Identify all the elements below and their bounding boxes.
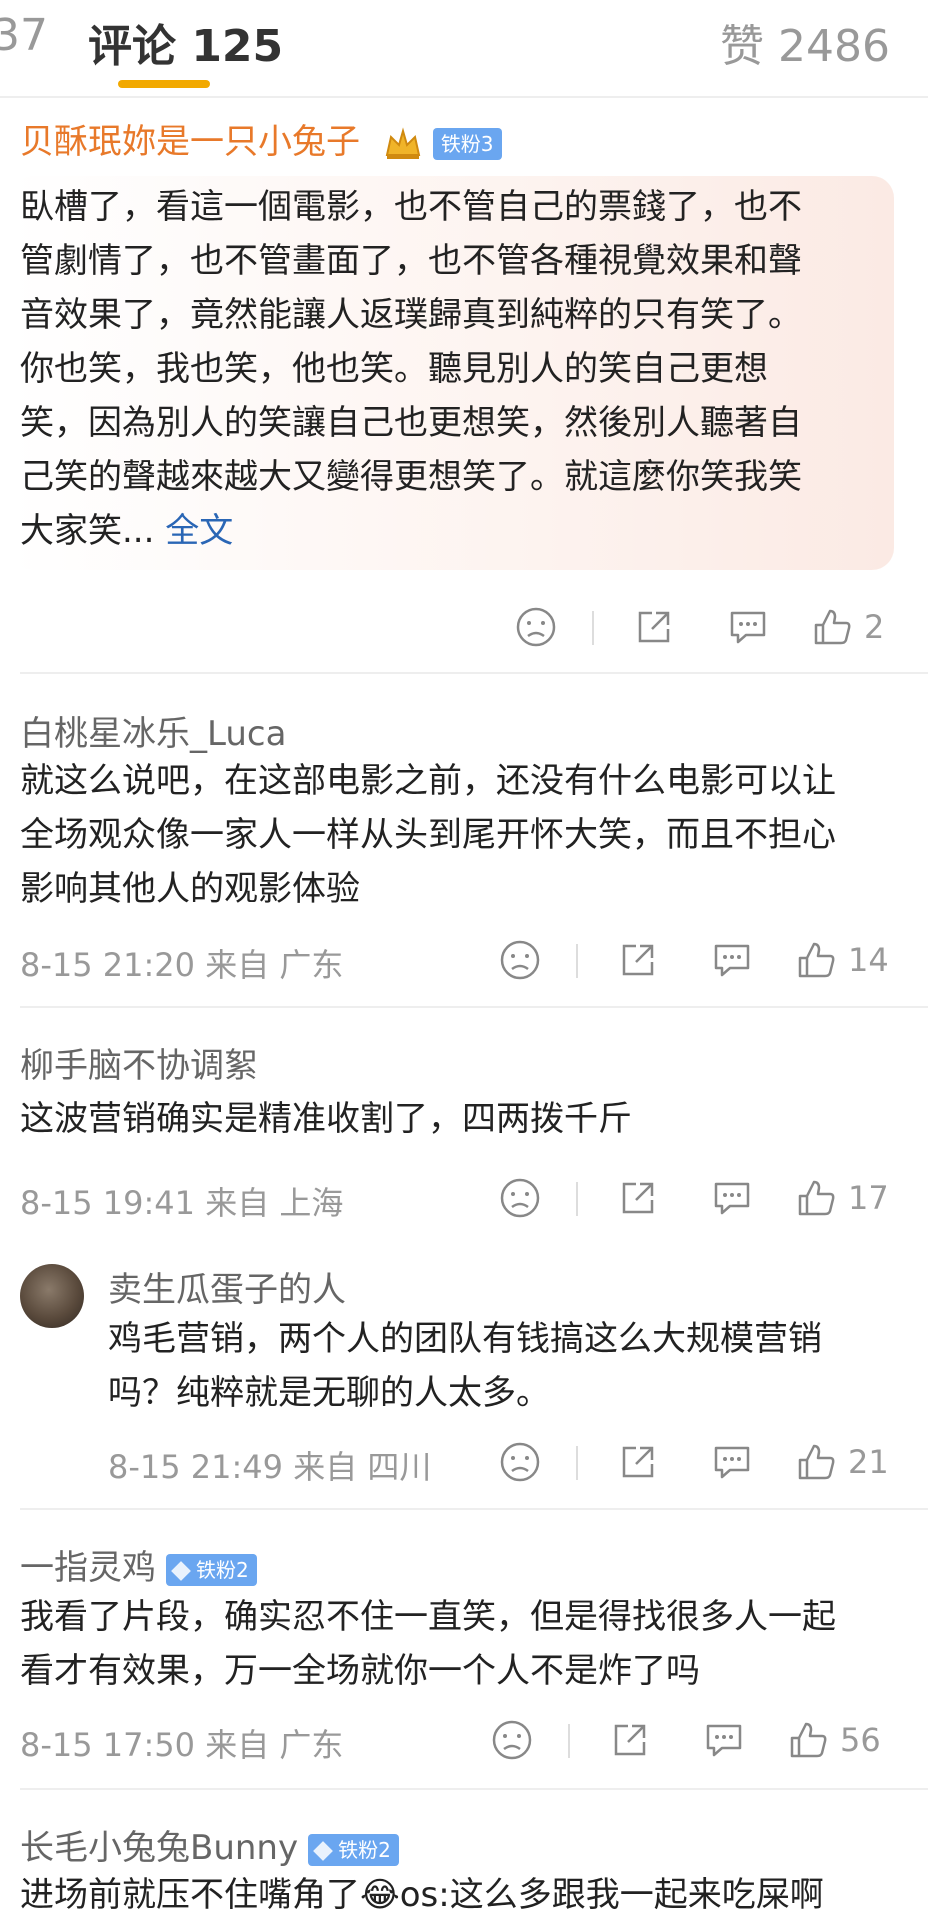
fan-badge[interactable]: 铁粉2 bbox=[166, 1553, 257, 1586]
comment-author-name[interactable]: 卖生瓜蛋子的人 bbox=[108, 1262, 346, 1311]
comment-author-name[interactable]: 贝酥珉妳是一只小兔子 bbox=[20, 122, 360, 162]
like-count: 14 bbox=[848, 941, 889, 979]
fan-badge[interactable]: 铁粉2 bbox=[308, 1833, 399, 1866]
comment-text[interactable]: 这波营销确实是精准收割了，四两拨千斤 bbox=[20, 1092, 632, 1146]
comment-actions: 56 bbox=[490, 1718, 894, 1764]
tab-likes[interactable]: 赞 2486 bbox=[720, 10, 890, 74]
reply-icon[interactable] bbox=[702, 1718, 746, 1762]
like-count: 17 bbox=[848, 1179, 889, 1217]
comment-text[interactable]: 进场前就压不住嘴角了😂os:这么多跟我一起来吃屎啊 bbox=[20, 1868, 824, 1922]
tab-comments[interactable]: 评论 125 bbox=[88, 10, 283, 74]
comment-actions: 2 bbox=[514, 605, 894, 651]
share-icon[interactable] bbox=[616, 1176, 660, 1220]
like-icon[interactable] bbox=[794, 938, 838, 982]
like-icon[interactable] bbox=[810, 605, 854, 649]
comment-tab-bar: 37 评论 125 赞 2486 bbox=[0, 0, 928, 98]
comment-author[interactable]: 一指灵鸡 铁粉2 bbox=[20, 1540, 257, 1589]
dislike-icon[interactable] bbox=[498, 1440, 542, 1484]
comment-actions: 14 bbox=[498, 938, 894, 984]
dislike-icon[interactable] bbox=[498, 1176, 542, 1220]
comment-author-name[interactable]: 长毛小兔兔Bunny bbox=[20, 1828, 298, 1868]
comment-author-name[interactable]: 柳手脑不协调絮 bbox=[20, 1038, 258, 1087]
dislike-icon[interactable] bbox=[490, 1718, 534, 1762]
reply-icon[interactable] bbox=[710, 1176, 754, 1220]
like-icon[interactable] bbox=[786, 1718, 830, 1762]
expand-full-text-link[interactable]: 全文 bbox=[165, 511, 233, 551]
fan-badge[interactable]: 铁粉3 bbox=[432, 127, 502, 160]
share-icon[interactable] bbox=[616, 938, 660, 982]
dislike-icon[interactable] bbox=[498, 938, 542, 982]
comment-text[interactable]: 臥槽了，看這一個電影，也不管自己的票錢了，也不 管劇情了，也不管畫面了，也不管各… bbox=[20, 180, 802, 558]
like-icon[interactable] bbox=[794, 1440, 838, 1484]
dislike-icon[interactable] bbox=[514, 605, 558, 649]
comment-text[interactable]: 就这么说吧，在这部电影之前，还没有什么电影可以让 全场观众像一家人一样从头到尾开… bbox=[20, 754, 836, 916]
reply-icon[interactable] bbox=[726, 605, 770, 649]
comment-timestamp-location: 8-15 17:50 来自 广东 bbox=[20, 1726, 344, 1764]
reply-icon[interactable] bbox=[710, 938, 754, 982]
comment-author[interactable]: 长毛小兔兔Bunny 铁粉2 bbox=[20, 1820, 399, 1869]
reply-icon[interactable] bbox=[710, 1440, 754, 1484]
like-count: 2 bbox=[864, 608, 885, 646]
share-icon[interactable] bbox=[608, 1718, 652, 1762]
comment-timestamp-location: 8-15 19:41 来自 上海 bbox=[20, 1184, 344, 1222]
like-count: 56 bbox=[840, 1721, 881, 1759]
avatar[interactable] bbox=[20, 1264, 84, 1328]
comment-timestamp-location: 8-15 21:49 来自 四川 bbox=[108, 1448, 432, 1486]
tab-reposts[interactable]: 37 bbox=[0, 10, 48, 61]
tab-active-indicator bbox=[118, 80, 210, 88]
diamond-icon bbox=[171, 1561, 191, 1581]
comment-text[interactable]: 我看了片段，确实忍不住一直笑，但是得找很多人一起 看才有效果，万一全场就你一个人… bbox=[20, 1590, 836, 1698]
comment-actions: 17 bbox=[498, 1176, 894, 1222]
comment-author-name[interactable]: 一指灵鸡 bbox=[20, 1548, 156, 1588]
comment-timestamp-location: 8-15 21:20 来自 广东 bbox=[20, 946, 344, 984]
like-count: 21 bbox=[848, 1443, 889, 1481]
crown-icon bbox=[383, 126, 423, 161]
comment-author[interactable]: 贝酥珉妳是一只小兔子 铁粉3 bbox=[20, 114, 502, 163]
share-icon[interactable] bbox=[632, 605, 676, 649]
like-icon[interactable] bbox=[794, 1176, 838, 1220]
diamond-icon bbox=[313, 1841, 333, 1861]
comment-text[interactable]: 鸡毛营销，两个人的团队有钱搞这么大规模营销 吗？纯粹就是无聊的人太多。 bbox=[108, 1312, 822, 1420]
comment-actions: 21 bbox=[498, 1440, 894, 1486]
share-icon[interactable] bbox=[616, 1440, 660, 1484]
comment-author-name[interactable]: 白桃星冰乐_Luca bbox=[20, 706, 286, 755]
